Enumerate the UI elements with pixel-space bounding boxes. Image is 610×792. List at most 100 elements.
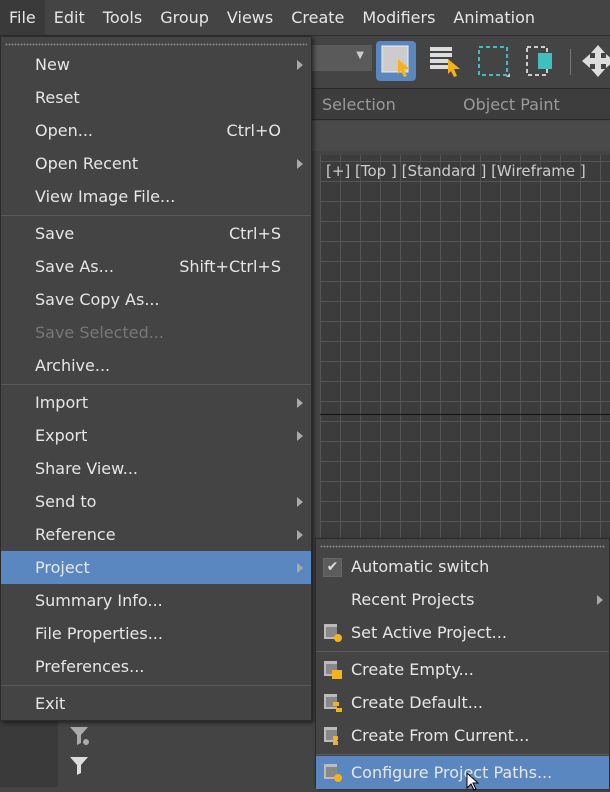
menu-group[interactable]: Group (151, 0, 218, 35)
label: Create From Current... (351, 726, 530, 745)
menu-item-project[interactable]: Project (1, 551, 311, 584)
menu-item-save-copy-as[interactable]: Save Copy As... (1, 283, 311, 316)
tear-off-handle[interactable] (320, 545, 605, 548)
menu-item-view-image-file[interactable]: View Image File... (1, 180, 311, 213)
rectangular-selection-button[interactable] (474, 41, 514, 81)
menu-modifiers[interactable]: Modifiers (353, 0, 444, 35)
shortcut: Shift+Ctrl+S (179, 257, 281, 276)
menu-item-configure-project-paths[interactable]: Configure Project Paths... (316, 756, 609, 791)
submenu-arrow-icon (297, 530, 303, 540)
menu-file[interactable]: File (0, 0, 45, 35)
viewport-label[interactable]: [+] [Top ] [Standard ] [Wireframe ] (326, 162, 586, 180)
submenu-arrow-icon (297, 159, 303, 169)
window-crossing-button[interactable] (522, 41, 562, 81)
label: New (35, 55, 70, 74)
menu-item-import[interactable]: Import (1, 386, 311, 419)
menu-item-file-properties[interactable]: File Properties... (1, 617, 311, 650)
menu-item-open[interactable]: Open... Ctrl+O (1, 114, 311, 147)
label: Summary Info... (35, 591, 163, 610)
label: Export (35, 426, 88, 445)
menu-separator (1, 384, 311, 385)
menu-item-open-recent[interactable]: Open Recent (1, 147, 311, 180)
mouse-cursor-icon (466, 772, 480, 791)
move-icon (582, 45, 610, 77)
label: Open... (35, 121, 93, 140)
ribbon-tab-object-paint[interactable]: Object Paint (463, 95, 560, 114)
menu-animation[interactable]: Animation (444, 0, 544, 35)
label: Share View... (35, 459, 139, 478)
label: Save As... (35, 257, 114, 276)
label: Archive... (35, 356, 111, 375)
select-by-name-icon (430, 47, 460, 77)
menu-bar: File Edit Tools Group Views Create Modif… (0, 0, 610, 36)
chevron-down-icon: ▼ (356, 50, 364, 61)
menu-item-archive[interactable]: Archive... (1, 349, 311, 382)
submenu-arrow-icon (297, 60, 303, 70)
project-tree-icon (324, 727, 338, 745)
label: Create Empty... (351, 660, 474, 679)
menu-separator (316, 754, 609, 755)
ribbon-panel (312, 121, 610, 151)
menu-item-summary-info[interactable]: Summary Info... (1, 584, 311, 617)
select-by-name-button[interactable] (426, 41, 466, 81)
move-button[interactable] (578, 41, 610, 81)
label: Configure Project Paths... (351, 763, 553, 782)
select-object-button[interactable] (376, 41, 416, 81)
menu-item-share-view[interactable]: Share View... (1, 452, 311, 485)
label: Automatic switch (351, 557, 490, 576)
menu-item-reset[interactable]: Reset (1, 81, 311, 114)
menu-item-automatic-switch[interactable]: ✔ Automatic switch (316, 550, 609, 583)
menu-item-export[interactable]: Export (1, 419, 311, 452)
shortcut: Ctrl+O (226, 121, 281, 140)
label: Reference (35, 525, 116, 544)
menu-item-preferences[interactable]: Preferences... (1, 650, 311, 683)
label: Save (35, 224, 75, 243)
project-submenu: ✔ Automatic switch Recent Projects Set Ac… (315, 538, 610, 791)
menu-item-save[interactable]: Save Ctrl+S (1, 217, 311, 250)
menu-views[interactable]: Views (218, 0, 282, 35)
filter-icon[interactable] (68, 754, 92, 778)
left-panel (0, 720, 100, 787)
menu-item-create-empty[interactable]: Create Empty... (316, 653, 609, 686)
submenu-arrow-icon (297, 563, 303, 573)
project-folder-icon (324, 661, 342, 679)
viewport-top[interactable] (320, 155, 610, 555)
selection-filter-dropdown[interactable]: ▼ (312, 45, 372, 71)
ribbon-tab-selection[interactable]: Selection (322, 95, 396, 114)
menu-item-set-active-project[interactable]: Set Active Project... (316, 616, 609, 649)
menu-separator (1, 685, 311, 686)
checkmark-icon: ✔ (323, 558, 342, 577)
label: File Properties... (35, 624, 163, 643)
menu-item-save-as[interactable]: Save As... Shift+Ctrl+S (1, 250, 311, 283)
label: View Image File... (35, 187, 176, 206)
tear-off-handle[interactable] (5, 43, 307, 46)
label: Open Recent (35, 154, 139, 173)
rectangle-selection-icon (478, 46, 510, 77)
viewport-axis-line (320, 414, 610, 415)
menu-item-recent-projects[interactable]: Recent Projects (316, 583, 609, 616)
select-object-icon (381, 45, 410, 77)
label: Save Selected... (35, 323, 164, 342)
filter-settings-icon[interactable] (68, 724, 92, 748)
submenu-arrow-icon (297, 398, 303, 408)
submenu-arrow-icon (297, 497, 303, 507)
label: Preferences... (35, 657, 145, 676)
menu-item-exit[interactable]: Exit (1, 687, 311, 720)
menu-tools[interactable]: Tools (94, 0, 151, 35)
ribbon-tabs: Selection Object Paint (312, 88, 610, 120)
menu-item-new[interactable]: New (1, 48, 311, 81)
label: Reset (35, 88, 80, 107)
menu-item-reference[interactable]: Reference (1, 518, 311, 551)
menu-item-send-to[interactable]: Send to (1, 485, 311, 518)
submenu-arrow-icon (297, 431, 303, 441)
menu-item-create-default[interactable]: Create Default... (316, 686, 609, 719)
label: Project (35, 558, 90, 577)
menu-edit[interactable]: Edit (45, 0, 94, 35)
project-gear-icon (324, 764, 342, 782)
menu-create[interactable]: Create (282, 0, 353, 35)
label: Create Default... (351, 693, 483, 712)
label: Recent Projects (351, 590, 475, 609)
menu-separator (1, 215, 311, 216)
project-gear-icon (324, 624, 342, 642)
menu-item-create-from-current[interactable]: Create From Current... (316, 719, 609, 752)
